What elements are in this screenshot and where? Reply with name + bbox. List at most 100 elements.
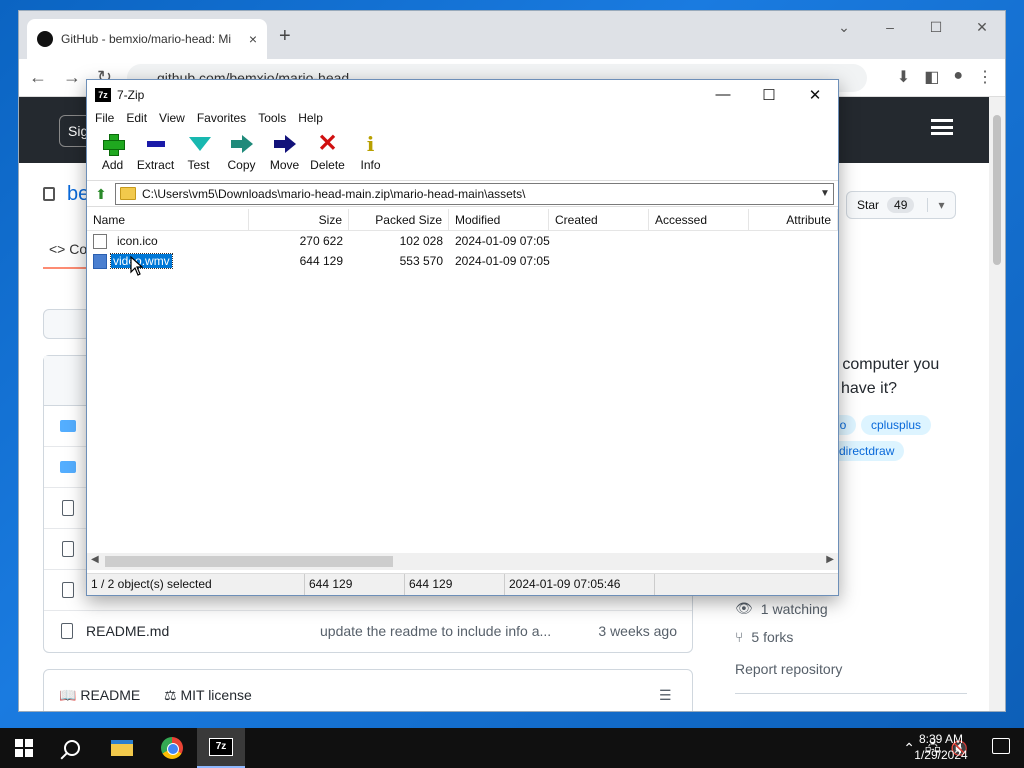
topic-tag[interactable]: cplusplus [861,415,932,435]
menu-dots-icon[interactable]: ⋮ [977,67,993,87]
path-value[interactable]: C:\Users\vm5\Downloads\mario-head-main.z… [142,187,811,201]
maximize-button[interactable]: ☐ [913,11,959,43]
clock-time: 8:39 AM [918,732,964,746]
forward-icon[interactable]: → [63,67,81,88]
close-button[interactable]: ✕ [959,11,1005,43]
menu-edit[interactable]: Edit [120,109,153,129]
github-icon [37,31,53,47]
page-scrollbar[interactable] [989,97,1005,711]
extract-button[interactable]: Extract [134,129,177,180]
sevenzip-app-icon: 7z [95,87,111,102]
column-packed-size[interactable]: Packed Size [349,209,449,230]
sevenzip-titlebar[interactable]: 7z 7-Zip — ☐ ✕ [87,80,838,109]
menu-tools[interactable]: Tools [252,109,292,129]
scroll-right-icon[interactable]: ▶ [826,554,834,565]
window-controls: — ☐ ✕ [700,80,838,109]
clock[interactable]: 8:39 AM 1/29/2024 [908,731,974,763]
chevron-down-icon[interactable]: ▾ [927,198,955,212]
tab-close-icon[interactable]: × [249,31,257,47]
notification-icon[interactable] [992,738,1010,754]
path-combobox[interactable]: C:\Users\vm5\Downloads\mario-head-main.z… [115,182,834,205]
delete-icon: ✕ [317,130,338,157]
star-button[interactable]: Star 49 ▾ [846,191,956,219]
column-size[interactable]: Size [249,209,349,230]
maximize-button[interactable]: ☐ [746,80,792,109]
move-button[interactable]: Move [263,129,306,180]
scrollbar-thumb[interactable] [993,115,1001,265]
menu-bar: File Edit View Favorites Tools Help [87,109,838,129]
file-packed-size: 553 570 [399,254,443,268]
outline-list-icon[interactable]: ☰ [659,687,672,704]
new-tab-button[interactable]: + [279,25,291,48]
status-packed: 644 129 [405,574,505,595]
column-modified[interactable]: Modified [449,209,549,230]
horizontal-scrollbar[interactable]: ◀ ▶ [87,553,838,570]
window-title: 7-Zip [117,87,145,102]
info-button[interactable]: i Info [349,129,392,180]
hamburger-menu-icon[interactable] [931,119,953,135]
chrome-window-controls: ⌄ – ☐ ✕ [821,11,1005,43]
topic-tag[interactable]: directdraw [829,441,905,461]
scroll-left-icon[interactable]: ◀ [91,554,99,565]
file-modified: 2024-01-09 07:05 [455,234,550,248]
chevron-down-icon[interactable]: ▼ [817,188,833,199]
folder-icon [120,187,136,200]
browser-tab-github[interactable]: GitHub - bemxio/mario-head: Mi × [27,19,267,59]
tab-code[interactable]: <> Co [49,241,87,257]
branch-select[interactable] [43,309,91,339]
scrollbar-thumb[interactable] [105,556,393,567]
file-icon [62,500,74,516]
file-icon [61,623,73,639]
sevenzip-taskbar-button[interactable]: 7z [197,728,245,768]
add-icon [101,133,125,156]
toolbar-actions: ⬇ ◧ ● ⋮ [897,67,993,87]
minimize-button[interactable]: — [700,80,746,109]
tab-search-icon[interactable]: ⌄ [821,11,867,43]
close-button[interactable]: ✕ [792,80,838,109]
star-label: Star [857,198,880,212]
delete-button[interactable]: ✕ Delete [306,129,349,180]
windows-logo-icon [15,739,33,757]
side-panel-icon[interactable]: ◧ [924,67,939,87]
download-icon[interactable]: ⬇ [897,67,910,87]
tab-readme[interactable]: 📖 README [59,687,140,704]
folder-up-icon[interactable]: ⬆ [91,184,111,204]
report-repository-link[interactable]: Report repository [735,661,842,677]
sevenzip-icon: 7z [209,738,233,756]
toolbar: Add Extract Test Copy Move ✕ Delete i Info [87,129,838,181]
status-empty [655,574,838,595]
menu-view[interactable]: View [153,109,191,129]
column-accessed[interactable]: Accessed [649,209,749,230]
taskbar: 7z ⌃ 🖧 🔇 8:39 AM 1/29/2024 [0,728,1024,768]
tab-license[interactable]: ⚖ MIT license [164,687,252,704]
file-name[interactable]: icon.ico [111,234,164,248]
address-bar-row: ⬆ C:\Users\vm5\Downloads\mario-head-main… [87,181,838,207]
divider [735,693,967,694]
test-icon [187,133,211,155]
menu-help[interactable]: Help [292,109,329,129]
test-button[interactable]: Test [177,129,220,180]
menu-favorites[interactable]: Favorites [191,109,252,129]
column-attributes[interactable]: Attribute [749,209,838,230]
info-icon: i [366,132,375,156]
table-row[interactable]: icon.ico 270 622 102 028 2024-01-09 07:0… [87,231,838,251]
sevenzip-window: 7z 7-Zip — ☐ ✕ File Edit View Favorites … [86,79,839,596]
back-icon[interactable]: ← [29,67,47,88]
copy-button[interactable]: Copy [220,129,263,180]
table-row-selected[interactable]: video.wmv 644 129 553 570 2024-01-09 07:… [87,251,838,271]
file-explorer-button[interactable] [98,728,146,768]
repo-icon [43,187,55,201]
column-name[interactable]: Name [87,209,249,230]
start-button[interactable] [0,728,48,768]
file-packed-size: 102 028 [399,234,443,248]
add-button[interactable]: Add [91,129,134,180]
menu-file[interactable]: File [89,109,120,129]
column-created[interactable]: Created [549,209,649,230]
status-bar: 1 / 2 object(s) selected 644 129 644 129… [87,573,838,595]
chrome-taskbar-button[interactable] [148,728,196,768]
star-count: 49 [887,197,915,213]
move-icon [273,133,297,155]
profile-icon[interactable]: ● [953,67,963,87]
minimize-button[interactable]: – [867,11,913,43]
search-button[interactable] [48,728,96,768]
